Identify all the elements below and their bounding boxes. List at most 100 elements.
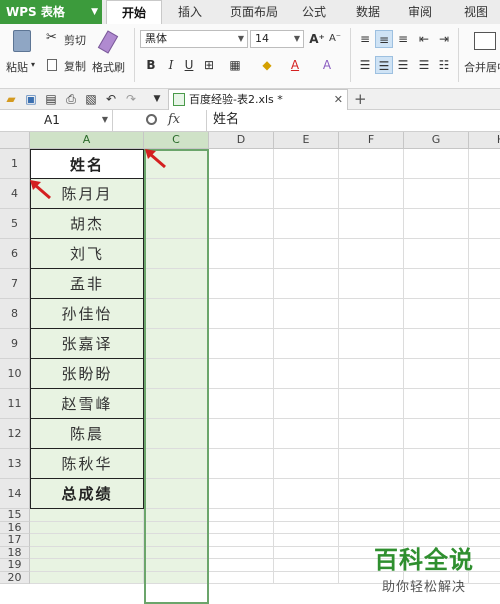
cell-c[interactable] <box>144 419 209 449</box>
cell[interactable] <box>274 509 339 522</box>
font-size-select[interactable]: 14 ▼ <box>250 30 304 48</box>
cell[interactable] <box>469 299 500 329</box>
row-header[interactable]: 11 <box>0 389 30 419</box>
cell[interactable] <box>469 149 500 179</box>
cell-a[interactable]: 赵雪峰 <box>30 389 144 419</box>
clear-format-icon[interactable]: A <box>318 56 336 74</box>
cell[interactable] <box>404 299 469 329</box>
cell[interactable] <box>339 521 404 534</box>
indent-increase-icon[interactable]: ⇥ <box>435 30 453 48</box>
cell[interactable] <box>404 209 469 239</box>
cell[interactable] <box>274 239 339 269</box>
cell[interactable] <box>404 479 469 509</box>
cell[interactable] <box>274 299 339 329</box>
cell[interactable] <box>274 269 339 299</box>
search-icon[interactable] <box>146 114 157 125</box>
cell[interactable] <box>339 389 404 419</box>
row-header[interactable]: 8 <box>0 299 30 329</box>
cell[interactable] <box>339 299 404 329</box>
cell[interactable] <box>404 509 469 522</box>
cell[interactable] <box>469 239 500 269</box>
cell-c[interactable] <box>144 359 209 389</box>
cell[interactable] <box>209 149 274 179</box>
cell[interactable] <box>274 521 339 534</box>
cell[interactable] <box>209 479 274 509</box>
row-header[interactable]: 7 <box>0 269 30 299</box>
cell-c[interactable] <box>144 179 209 209</box>
cell-c[interactable] <box>144 534 209 547</box>
print-preview-icon[interactable]: ▤ <box>42 90 60 108</box>
column-header-h[interactable]: H <box>469 132 500 149</box>
cell-c[interactable] <box>144 479 209 509</box>
cell-a[interactable]: 孟非 <box>30 269 144 299</box>
cell-a[interactable] <box>30 571 144 584</box>
cell[interactable] <box>209 389 274 419</box>
cell-a[interactable] <box>30 509 144 522</box>
align-right-icon[interactable]: ☰ <box>394 56 412 74</box>
cell-a[interactable]: 刘飞 <box>30 239 144 269</box>
cell-a[interactable]: 张嘉译 <box>30 329 144 359</box>
open-folder-icon[interactable]: ▰ <box>2 90 20 108</box>
tab-view[interactable]: 视图 <box>454 0 498 24</box>
cell[interactable] <box>274 559 339 572</box>
cell-c[interactable] <box>144 449 209 479</box>
cell[interactable] <box>339 179 404 209</box>
cell-a[interactable]: 胡杰 <box>30 209 144 239</box>
cell[interactable] <box>274 329 339 359</box>
cell[interactable] <box>274 179 339 209</box>
column-header-c[interactable]: C <box>144 132 209 149</box>
cell[interactable] <box>404 389 469 419</box>
cell[interactable] <box>339 359 404 389</box>
align-left-icon[interactable]: ☰ <box>356 56 374 74</box>
row-header[interactable]: 20 <box>0 571 30 584</box>
row-header[interactable]: 12 <box>0 419 30 449</box>
column-header-f[interactable]: F <box>339 132 404 149</box>
cell-c[interactable] <box>144 571 209 584</box>
cell[interactable] <box>469 389 500 419</box>
cell[interactable] <box>404 149 469 179</box>
cell-a[interactable] <box>30 546 144 559</box>
tab-review[interactable]: 审阅 <box>398 0 442 24</box>
row-header[interactable]: 6 <box>0 239 30 269</box>
justify-icon[interactable]: ☰ <box>415 56 433 74</box>
align-middle-icon[interactable]: ≡ <box>375 30 393 48</box>
row-header[interactable]: 17 <box>0 533 30 547</box>
cell[interactable] <box>209 239 274 269</box>
cell[interactable] <box>339 449 404 479</box>
name-box[interactable]: A1 ▼ <box>0 110 113 131</box>
decrease-font-size-button[interactable]: A⁻ <box>326 30 344 48</box>
indent-decrease-icon[interactable]: ⇤ <box>415 30 433 48</box>
cell[interactable] <box>209 571 274 584</box>
cell[interactable] <box>404 449 469 479</box>
cell[interactable] <box>339 239 404 269</box>
cell[interactable] <box>274 209 339 239</box>
paste-button[interactable]: 粘贴 ▾ <box>4 28 40 82</box>
new-tab-icon[interactable]: + <box>354 89 367 109</box>
cell-a[interactable]: 陈晨 <box>30 419 144 449</box>
cell[interactable] <box>404 521 469 534</box>
distributed-icon[interactable]: ☷ <box>435 56 453 74</box>
row-header[interactable]: 14 <box>0 479 30 509</box>
cell[interactable] <box>274 359 339 389</box>
cell[interactable] <box>469 329 500 359</box>
document-tab[interactable]: 百度经验-表2.xls * ✕ <box>168 89 348 110</box>
column-header-e[interactable]: E <box>274 132 339 149</box>
select-all-corner[interactable] <box>0 132 30 149</box>
column-header-g[interactable]: G <box>404 132 469 149</box>
cell[interactable] <box>209 209 274 239</box>
save-icon[interactable]: ▣ <box>22 90 40 108</box>
spreadsheet-grid[interactable]: A C D E F G H 1姓名4陈月月5胡杰6刘飞7孟非8孙佳怡9张嘉译10… <box>0 132 500 604</box>
cell[interactable] <box>469 179 500 209</box>
cell[interactable] <box>274 149 339 179</box>
app-menu-button[interactable]: WPS 表格 ▼ <box>0 0 102 24</box>
redo-icon[interactable]: ↷ <box>122 90 140 108</box>
cell[interactable] <box>274 389 339 419</box>
cell-c[interactable] <box>144 509 209 522</box>
cell[interactable] <box>209 299 274 329</box>
insert-function-icon[interactable]: fx <box>168 110 180 130</box>
row-header[interactable]: 1 <box>0 149 30 179</box>
cell-shading-icon[interactable]: ▦ <box>226 56 244 74</box>
merge-center-button[interactable]: 合并居中 <box>462 28 500 82</box>
cell[interactable] <box>469 209 500 239</box>
cell-a[interactable]: 姓名 <box>30 149 144 179</box>
